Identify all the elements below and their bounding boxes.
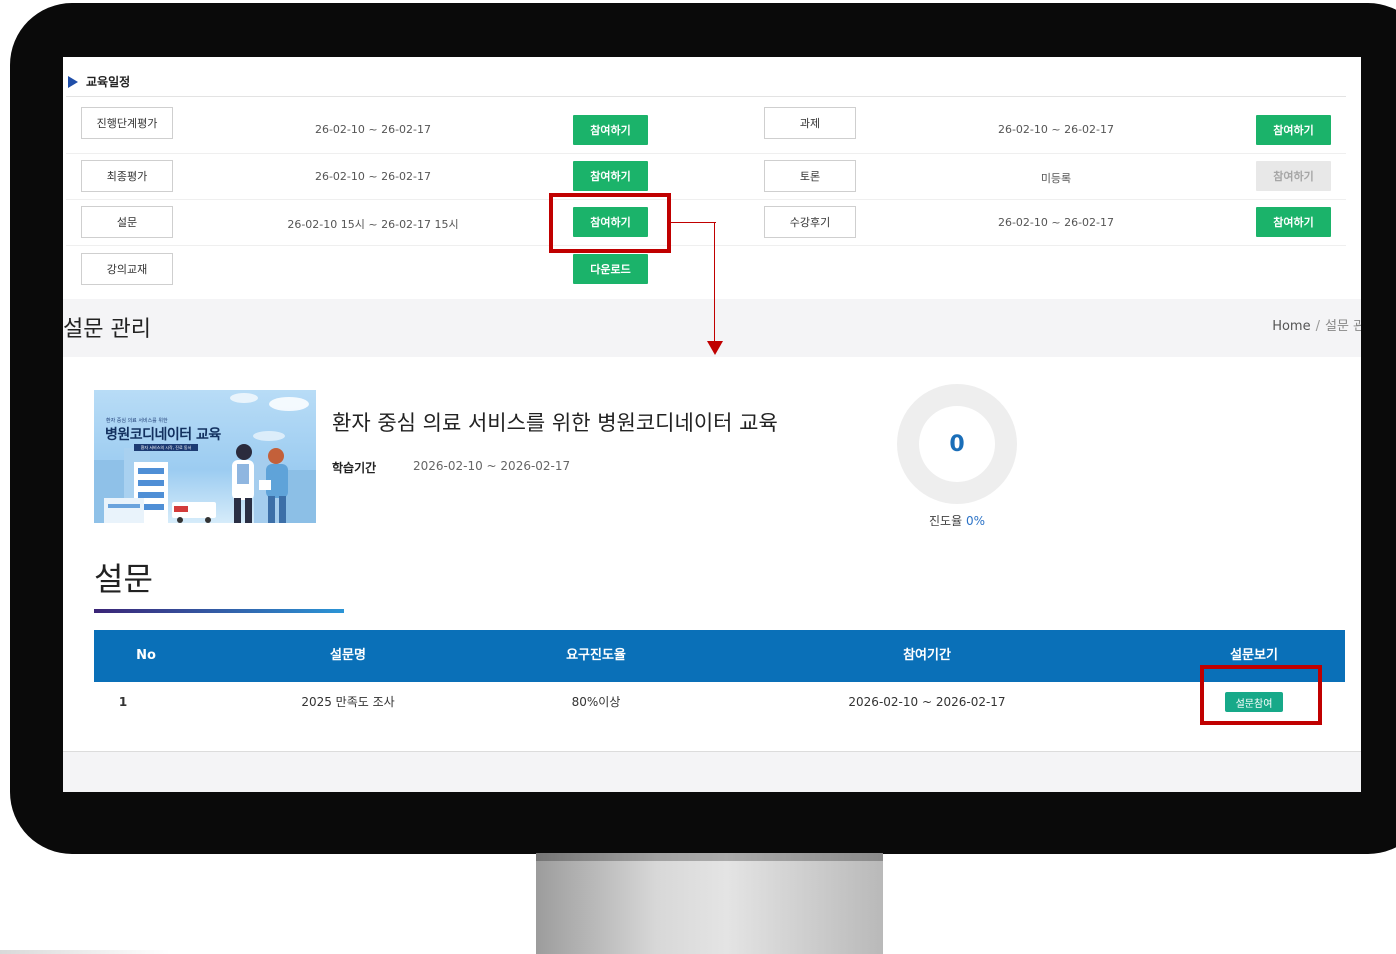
column-no: No [136, 648, 156, 663]
progress-donut: 0 [897, 384, 1017, 504]
progress-count: 0 [919, 406, 995, 482]
schedule-header: 교육일정 [68, 73, 130, 90]
thumbnail-band: 환자 서비스의 시작, 진료 동서 [134, 444, 198, 451]
schedule-divider [66, 96, 1346, 97]
desk-shadow [0, 950, 170, 954]
join-button-discussion-disabled: 참여하기 [1256, 161, 1331, 191]
breadcrumb: Home / 설문 관 [1272, 315, 1361, 334]
thumbnail-title: 병원코디네이터 교육 [105, 427, 221, 443]
schedule-date: 26-02-10 ~ 26-02-17 [314, 123, 432, 136]
course-title: 환자 중심 의료 서비스를 위한 병원코디네이터 교육 [332, 411, 778, 435]
breadcrumb-home[interactable]: Home [1272, 319, 1310, 334]
progress-label: 진도율 [929, 514, 963, 528]
schedule-date: 26-02-10 ~ 26-02-17 [997, 123, 1115, 136]
schedule-date: 26-02-10 ~ 26-02-17 [997, 216, 1115, 229]
cell-no: 1 [118, 695, 128, 709]
section-underline [94, 609, 344, 613]
survey-table-header: No 설문명 요구진도율 참여기간 설문보기 [94, 630, 1345, 682]
highlight-box-survey-participate [1200, 665, 1322, 725]
schedule-date: 26-02-10 15시 ~ 26-02-17 15시 [287, 218, 459, 231]
thumbnail-subtitle: 환자 중심 의료 서비스를 위한 [106, 418, 168, 424]
column-participation-period: 참여기간 [903, 648, 951, 663]
period-label: 학습기간 [332, 461, 377, 475]
join-button-assignment[interactable]: 참여하기 [1256, 115, 1331, 145]
join-button-review[interactable]: 참여하기 [1256, 207, 1331, 237]
schedule-row: 최종평가 26-02-10 ~ 26-02-17 참여하기 토론 미등록 참여하… [63, 153, 1353, 199]
breadcrumb-current: 설문 관 [1324, 319, 1361, 334]
schedule-row: 진행단계평가 26-02-10 ~ 26-02-17 참여하기 과제 26-02… [63, 107, 1353, 153]
schedule-label-survey: 설문 [81, 206, 173, 238]
course-thumbnail: 환자 중심 의료 서비스를 위한 병원코디네이터 교육 환자 서비스의 시작, … [94, 390, 316, 523]
column-required-progress: 요구진도율 [566, 648, 626, 663]
column-survey-name: 설문명 [330, 648, 366, 663]
schedule-label-final-eval: 최종평가 [81, 160, 173, 192]
annotation-arrow-vertical [714, 222, 715, 342]
footer-area [63, 752, 1361, 792]
monitor-stand [536, 853, 883, 954]
cell-survey-name: 2025 만족도 조사 [301, 695, 395, 709]
page-title: 설문 관리 [63, 317, 151, 342]
period-value: 2026-02-10 ~ 2026-02-17 [413, 459, 571, 473]
schedule-label-textbook: 강의교재 [81, 253, 173, 285]
course-illustration [94, 393, 316, 523]
schedule-status: 미등록 [1040, 172, 1072, 185]
schedule-label-progress-eval: 진행단계평가 [81, 107, 173, 139]
join-button-final-eval[interactable]: 참여하기 [573, 161, 648, 191]
cell-participation-period: 2026-02-10 ~ 2026-02-17 [848, 695, 1006, 709]
schedule-title: 교육일정 [86, 75, 131, 89]
annotation-arrow-head-icon [707, 341, 723, 355]
schedule-row: 강의교재 다운로드 [63, 245, 1353, 291]
breadcrumb-separator: / [1315, 319, 1320, 334]
join-button-progress-eval[interactable]: 참여하기 [573, 115, 648, 145]
survey-section-title: 설문 [94, 560, 153, 598]
schedule-date: 26-02-10 ~ 26-02-17 [314, 170, 432, 183]
highlight-box-join-survey [549, 193, 671, 253]
schedule-label-review: 수강후기 [764, 206, 856, 238]
table-row: 1 2025 만족도 조사 80%이상 2026-02-10 ~ 2026-02… [94, 682, 1345, 724]
cell-required-progress: 80%이상 [571, 695, 621, 709]
schedule-label-assignment: 과제 [764, 107, 856, 139]
download-button-textbook[interactable]: 다운로드 [573, 254, 648, 284]
progress-rate: 진도율 0% [897, 512, 1017, 529]
triangle-bullet-icon [68, 75, 78, 88]
screen: 교육일정 진행단계평가 26-02-10 ~ 26-02-17 참여하기 과제 … [63, 57, 1361, 792]
progress-percent: 0% [965, 514, 985, 528]
schedule-label-discussion: 토론 [764, 160, 856, 192]
annotation-arrow-horizontal [671, 222, 716, 223]
